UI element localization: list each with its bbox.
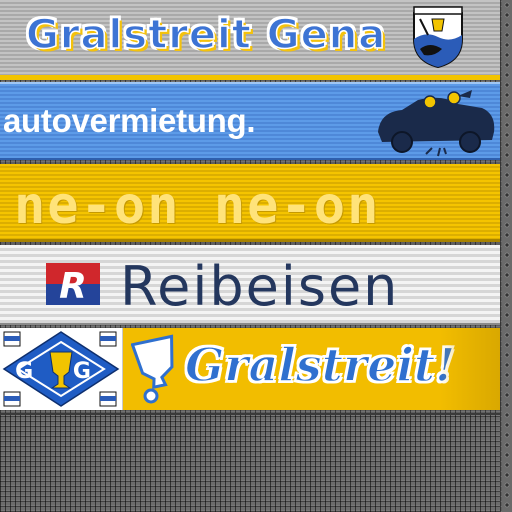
gralstreit-text-panel: Gralstreit! (123, 328, 500, 410)
gralstreit-gena-title: Gralstreit Gena (25, 11, 387, 59)
metal-grille (0, 413, 500, 512)
neon-text: ne-on ne-on (14, 176, 381, 236)
rivet-strip (502, 0, 512, 512)
gralstreit-text: Gralstreit! (184, 337, 456, 393)
reibeisen-text: Reibeisen (120, 255, 400, 318)
badge-letters: G G (15, 359, 107, 384)
autovermietung-text: autovermietung. (3, 102, 256, 139)
banner-autovermietung: autovermietung. (0, 82, 500, 160)
exclamation-cup-icon (131, 334, 174, 404)
reibeisen-logo-icon: R (46, 263, 100, 305)
banner-neon: ne-on ne-on (0, 164, 500, 242)
gralstreit-badge-icon: G G (2, 331, 120, 407)
banner-gralstreit: G G Gralstreit! (0, 328, 500, 410)
banner-reibeisen: R Reibeisen (0, 245, 500, 325)
gralstreit-badge-panel: G G (0, 328, 123, 410)
crest-icon (413, 6, 463, 69)
banner-gralstreit-gena: Gralstreit Gena (0, 0, 500, 80)
reibeisen-logo-letter: R (59, 266, 87, 305)
car-cartoon-icon (378, 90, 495, 157)
